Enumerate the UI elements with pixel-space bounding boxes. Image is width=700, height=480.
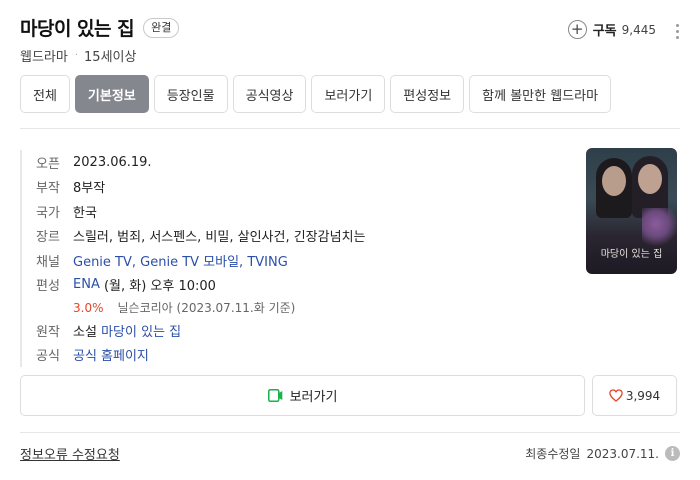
info-value: 2023.06.19. <box>73 154 152 170</box>
status-badge: 완결 <box>143 17 180 38</box>
genre-type-label: 웹드라마 <box>20 50 68 65</box>
tab-basic-info[interactable]: 기본정보 <box>74 75 149 113</box>
info-row-official: 공식 공식 홈페이지 <box>36 343 565 368</box>
like-button[interactable]: 3,994 <box>592 375 677 416</box>
info-key: 채널 <box>36 254 60 270</box>
info-icon[interactable]: i <box>665 446 680 461</box>
info-row-country: 국가 한국 <box>36 199 565 224</box>
divider <box>20 432 680 433</box>
tab-watch[interactable]: 보러가기 <box>311 75 386 113</box>
tab-similar-webdramas[interactable]: 함께 볼만한 웹드라마 <box>469 75 612 113</box>
viewer-rating-source: 닐슨코리아 (2023.07.11.화 기준) <box>117 301 296 315</box>
info-key: 국가 <box>36 205 60 221</box>
separator-dot: · <box>74 50 79 61</box>
like-count: 3,994 <box>625 388 661 403</box>
age-rating-label: 15세이상 <box>84 50 137 65</box>
info-key: 원작 <box>36 324 60 340</box>
channel-links[interactable]: Genie TV, Genie TV 모바일, TVING <box>73 251 288 270</box>
official-homepage-link[interactable]: 공식 홈페이지 <box>73 345 149 364</box>
poster-title: 마당이 있는 집 <box>600 249 663 260</box>
network-link[interactable]: ENA <box>73 277 100 292</box>
tab-all[interactable]: 전체 <box>20 75 70 113</box>
last-modified-date: 2023.07.11. <box>586 446 659 461</box>
tab-schedule[interactable]: 편성정보 <box>390 75 465 113</box>
info-row-episodes: 부작 8부작 <box>36 175 565 200</box>
subscribe-count: 9,445 <box>621 22 656 37</box>
info-row-genre: 장르 스릴러, 범죄, 서스펜스, 비밀, 살인사건, 긴장감넘치는 <box>36 224 565 249</box>
viewer-rating-row: 3.0% 닐슨코리아 (2023.07.11.화 기준) <box>36 297 565 318</box>
info-row-open: 오픈 2023.06.19. <box>36 150 565 175</box>
original-prefix: 소설 <box>73 324 102 340</box>
info-key: 편성 <box>36 279 60 295</box>
basic-info-list: 오픈 2023.06.19. 부작 8부작 국가 한국 장르 스릴러, 범죄, … <box>20 150 565 367</box>
watch-button-label: 보러가기 <box>289 390 338 405</box>
watch-button[interactable]: 보러가기 <box>20 375 585 416</box>
viewer-rating-value: 3.0% <box>73 300 104 315</box>
divider <box>20 128 680 129</box>
heart-icon <box>609 389 623 402</box>
tab-characters[interactable]: 등장인물 <box>153 75 228 113</box>
info-value: 8부작 <box>73 181 106 197</box>
info-key: 부작 <box>36 181 60 197</box>
page-title[interactable]: 마당이 있는 집 <box>20 14 135 41</box>
tab-bar: 전체 기본정보 등장인물 공식영상 보러가기 편성정보 함께 볼만한 웹드라마 <box>20 75 612 113</box>
subscribe-label: 구독 <box>592 24 617 39</box>
footer: 정보오류 수정요청 최종수정일 2023.07.11. i <box>20 444 680 463</box>
play-icon <box>267 389 282 402</box>
subscribe-button[interactable]: + 구독 9,445 <box>567 20 656 39</box>
tab-official-videos[interactable]: 공식영상 <box>232 75 307 113</box>
more-options-icon[interactable] <box>676 24 680 39</box>
original-title-link[interactable]: 마당이 있는 집 <box>101 321 181 340</box>
info-row-channel: 채널 Genie TV, Genie TV 모바일, TVING <box>36 248 565 273</box>
last-modified-label: 최종수정일 <box>525 447 581 461</box>
info-value: 한국 <box>73 205 97 221</box>
broadcast-time: (월, 화) 오후 10:00 <box>99 279 216 295</box>
report-error-link[interactable]: 정보오류 수정요청 <box>20 444 120 463</box>
info-row-original: 원작 소설 마당이 있는 집 <box>36 318 565 343</box>
info-key: 공식 <box>36 349 60 365</box>
info-row-schedule: 편성 ENA (월, 화) 오후 10:00 <box>36 273 565 298</box>
info-key: 장르 <box>36 230 60 246</box>
info-value: 스릴러, 범죄, 서스펜스, 비밀, 살인사건, 긴장감넘치는 <box>73 230 366 246</box>
plus-icon: + <box>567 20 587 39</box>
info-key: 오픈 <box>36 156 60 172</box>
last-modified: 최종수정일 2023.07.11. i <box>525 445 680 462</box>
poster-image[interactable]: 마당이 있는 집 <box>586 148 677 274</box>
